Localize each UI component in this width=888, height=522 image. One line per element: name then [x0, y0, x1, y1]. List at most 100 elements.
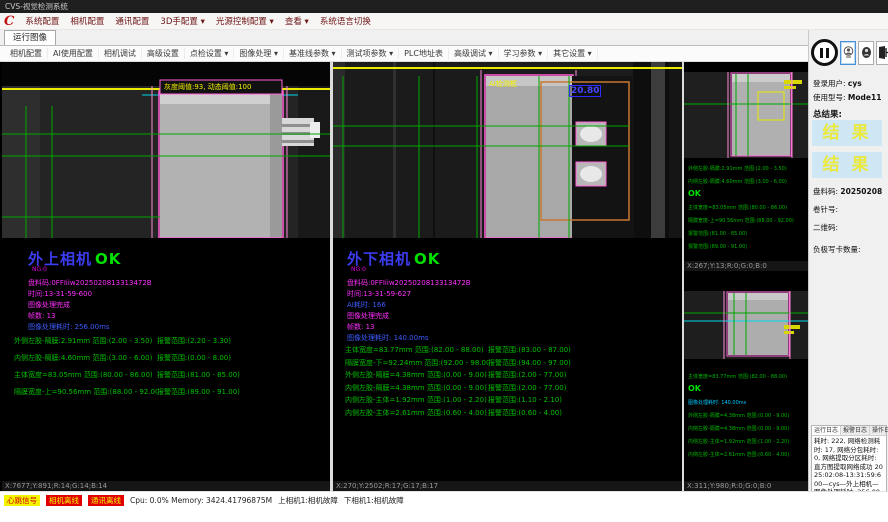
login-user-row: 登录用户: cys [813, 78, 862, 89]
process-status-text: 图像处理完成 [347, 311, 389, 321]
tool-other-settings[interactable]: 其它设置 ▾ [548, 48, 598, 59]
result-ok-text: OK [688, 384, 701, 393]
user-account-button[interactable] [840, 41, 856, 65]
camera-image-aux-top[interactable] [684, 62, 808, 162]
threshold-overlay-text: 灰度阈值:93, 动态阈值:100 [164, 82, 251, 92]
elapsed-time-line: 图像处理耗时: 140.00ms [688, 399, 746, 406]
tool-plc-address-table[interactable]: PLC地址表 [399, 48, 449, 59]
tool-learning-params[interactable]: 学习参数 ▾ [499, 48, 549, 59]
pixel-coordinate-readout: X:270;Y:2502;R:17;G:17;B:17 [333, 481, 682, 491]
menu-item-comm-config[interactable]: 通讯配置 [115, 15, 149, 27]
measurement-line: 报警范围:(89.00 - 91.00) [688, 243, 747, 250]
log-tab-operation[interactable]: 操作日志 [870, 426, 888, 435]
measurement-line: 内侧左胶-隔膜=4.38mm 范围:(0.00 - 9.00) [688, 425, 789, 432]
log-tab-run[interactable]: 运行日志 [812, 426, 841, 435]
camera2-error-text: 下相机1:相机故障 [344, 495, 404, 506]
frame-count-text: 帧数: 13 [28, 311, 56, 321]
model-value: Mode11 [848, 93, 882, 102]
measurement-row: 内侧左胶-隔膜:4.60mm 范围:(3.00 - 6.00)报警范围:(0.0… [14, 353, 231, 363]
measurement-line: 报警范围:(81.00 - 85.00) [688, 230, 747, 237]
measurement-line: 隔膜宽度-上=90.56mm 范围:(88.00 - 92.00) [688, 217, 794, 224]
cpu-memory-text: Cpu: 0.0% Memory: 3424.41796875M [130, 495, 272, 506]
menu-item-light-control-config[interactable]: 光源控制配置 ▾ [216, 15, 274, 27]
measurement-row: 内侧左胶-主体=1.92mm 范围:(1.00 - 2.20)报警范围:(1.1… [345, 395, 562, 405]
window-title: CVS-视觉检测系统 [5, 2, 68, 11]
tool-camera-debug[interactable]: 相机调试 [99, 48, 142, 59]
ng-count-text: NG:0 [32, 266, 47, 273]
menu-item-camera-config[interactable]: 相机配置 [70, 15, 104, 27]
time-text: 时间:13-31-59-627 [347, 289, 411, 299]
measurement-line: 外侧左胶-隔膜=4.38mm 范围:(0.00 - 9.00) [688, 412, 789, 419]
measurement-row: 隔膜宽度-上=90.56mm 范围:(88.00 - 92.00)报警范围:(8… [14, 387, 240, 397]
log-tabs: 运行日志 报警日志 操作日志 [812, 426, 886, 436]
titlebar: CVS-视觉检测系统 [0, 0, 888, 13]
menubar: C 系统配置 相机配置 通讯配置 3D手配置 ▾ 光源控制配置 ▾ 查看 ▾ 系… [0, 13, 888, 30]
ng-count-text: NG:0 [351, 266, 366, 273]
measurement-row: 隔膜宽度-下=92.24mm 范围:(92.00 - 98.00)报警范围:(9… [345, 358, 571, 368]
heartbeat-badge: 心跳信号 [4, 495, 40, 506]
menu-item-view[interactable]: 查看 ▾ [285, 15, 309, 27]
camera-panel-outer-lower: AI检测框 20.80 外下相机OK NG:0 盘料码:0FFIiiw20250… [333, 62, 682, 491]
needle-number-row: 卷针号: [813, 204, 838, 215]
tab-run-image[interactable]: 运行图像 [4, 30, 56, 45]
sidebar-buttons [811, 39, 888, 66]
pause-button[interactable] [811, 39, 838, 66]
measurement-line: 内侧左胶-主体=1.92mm 范围:(1.00 - 2.20) [688, 438, 789, 445]
exit-door-icon [878, 46, 888, 59]
ai-time-text: AI耗时: 166 [347, 300, 386, 310]
material-code-value: 20250208 [840, 187, 882, 196]
camera-image-aux-bottom[interactable] [684, 285, 808, 365]
login-user-value: cys [848, 79, 862, 88]
frame-count-text: 帧数: 13 [347, 322, 375, 332]
pause-icon [820, 48, 823, 58]
elapsed-time-text: 图像处理耗时: 256.00ms [28, 322, 110, 332]
tool-spot-check-settings[interactable]: 点检设置 ▾ [185, 48, 235, 59]
measurement-line: 内侧左胶-主体=2.61mm 范围:(0.60 - 4.00) [688, 451, 789, 458]
app-window: CVS-视觉检测系统 C 系统配置 相机配置 通讯配置 3D手配置 ▾ 光源控制… [0, 0, 888, 522]
pixel-coordinate-readout: X:311;Y:980;R:0;G:0;B:0 [684, 481, 808, 491]
comm-offline-badge: 通讯离线 [88, 495, 124, 506]
tool-image-processing[interactable]: 图像处理 ▾ [234, 48, 284, 59]
toolbar: 相机配置 AI使用配置 相机调试 高级设置 点检设置 ▾ 图像处理 ▾ 基准线参… [0, 46, 808, 62]
log-panel: 运行日志 报警日志 操作日志 耗时: 222, 网络检测耗时: 17, 网络分包… [811, 425, 887, 493]
measurement-line: 外侧左胶-隔膜:2.91mm 范围:(2.00 - 3.50) [688, 165, 787, 172]
model-row: 使用型号: Mode11 [813, 92, 881, 103]
user-icon [843, 46, 854, 60]
tool-advanced-settings[interactable]: 高级设置 [142, 48, 185, 59]
measurement-row: 主体宽度=83.77mm 范围:(82.00 - 88.00)报警范围:(83.… [345, 345, 571, 355]
tool-baseline-params[interactable]: 基准线参数 ▾ [284, 48, 342, 59]
lock-user-icon [861, 46, 872, 60]
measurement-row: 内侧左胶-主体=2.61mm 范围:(0.60 - 4.00)报警范围:(0.6… [345, 408, 562, 418]
pixel-coordinate-readout: X:267;Y:13;R:0;G:0;B:0 [684, 261, 808, 271]
barcode-text: 盘料码:0FFIiiw2025020813313472B [347, 278, 471, 288]
camera-panel-outer-upper: 灰度阈值:93, 动态阈值:100 外上相机OK NG:0 盘料码:0FFIii… [2, 62, 330, 491]
measurement-row: 外侧左胶-隔膜=4.38mm 范围:(0.00 - 9.00)报警范围:(2.0… [345, 370, 566, 380]
tool-ai-use-config[interactable]: AI使用配置 [48, 48, 99, 59]
card-count-row: 负极写卡数量: [813, 244, 861, 255]
menu-item-language-switch[interactable]: 系统语言切换 [320, 15, 371, 27]
pixel-coordinate-readout: X:7677;Y:891;R:14;G:14;B:14 [2, 481, 330, 491]
menu-item-3d-hand-config[interactable]: 3D手配置 ▾ [160, 15, 204, 27]
ai-box-label: AI检测框 [489, 79, 517, 89]
log-tab-alarm[interactable]: 报警日志 [841, 426, 870, 435]
time-text: 时间:13-31-59-600 [28, 289, 92, 299]
menu-item-system-config[interactable]: 系统配置 [25, 15, 59, 27]
result-box-2: 结 果 [812, 152, 882, 178]
material-code-row: 盘料码: 20250208 [813, 186, 882, 197]
statusbar: 心跳信号 相机离线 通讯离线 Cpu: 0.0% Memory: 3424.41… [0, 491, 888, 522]
logout-button[interactable] [876, 41, 888, 65]
tab-strip: 运行图像 [0, 30, 808, 46]
barcode-text: 盘料码:0FFIiiw2025020813313472B [28, 278, 152, 288]
user-lock-button[interactable] [858, 41, 874, 65]
elapsed-time-text: 图像处理耗时: 140.00ms [347, 333, 429, 343]
tool-test-item-params[interactable]: 测试项参数 ▾ [342, 48, 400, 59]
tool-camera-config[interactable]: 相机配置 [5, 48, 48, 59]
measurement-row: 内侧左胶-隔膜=4.38mm 范围:(0.00 - 9.00)报警范围:(2.0… [345, 383, 566, 393]
camera-panel-aux-bottom: 主体宽度=83.77mm 范围:(82.00 - 88.00) OK 图像处理耗… [684, 273, 808, 491]
measurement-row: 外侧左胶-隔膜:2.91mm 范围:(2.00 - 3.50)报警范围:(2.2… [14, 336, 231, 346]
main-area: 灰度阈值:93, 动态阈值:100 外上相机OK NG:0 盘料码:0FFIii… [0, 62, 808, 491]
control-sidebar: 登录用户: cys 使用型号: Mode11 总结果: 结 果 结 果 盘料码:… [808, 30, 888, 495]
measurement-line: 内侧左胶-隔膜:4.60mm 范围:(3.00 - 6.00) [688, 178, 787, 185]
tool-advanced-debug[interactable]: 高级调试 ▾ [449, 48, 499, 59]
camera-offline-badge: 相机离线 [46, 495, 82, 506]
